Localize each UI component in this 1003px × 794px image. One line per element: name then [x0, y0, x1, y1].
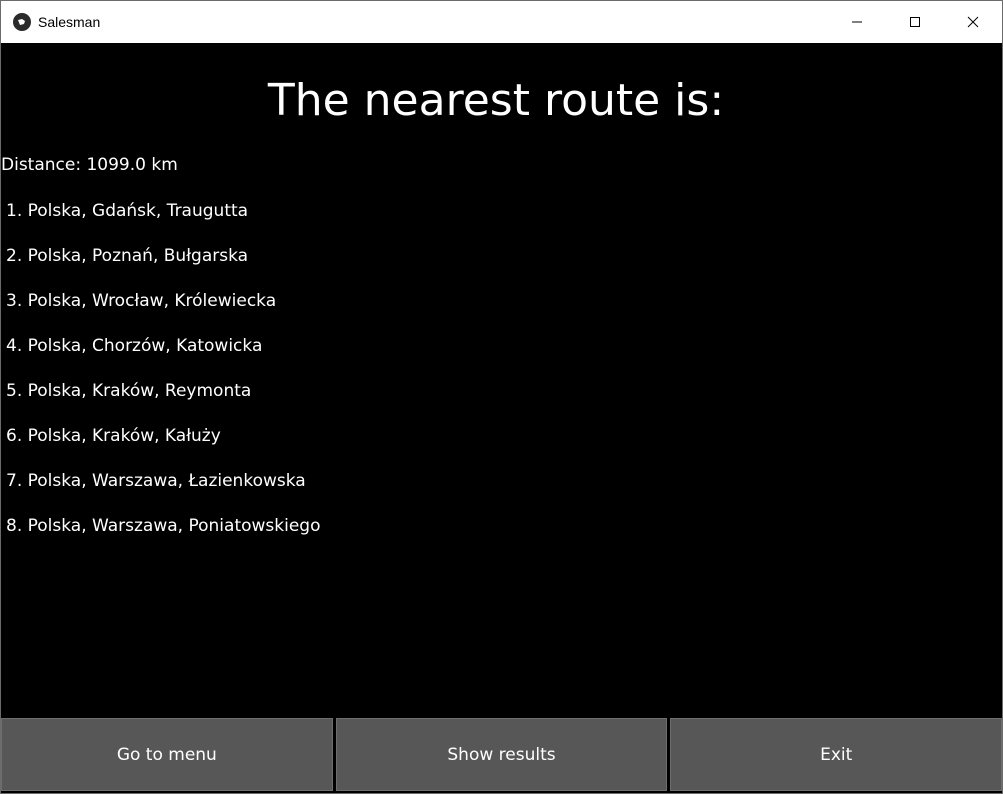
- exit-button[interactable]: Exit: [670, 718, 1002, 791]
- app-window: Salesman The nearest route is: Distance:…: [0, 0, 1003, 794]
- button-bar: Go to menu Show results Exit: [1, 718, 1002, 791]
- window-title: Salesman: [38, 14, 101, 30]
- route-item: 2. Polska, Poznań, Bułgarska: [6, 246, 249, 266]
- close-button[interactable]: [944, 1, 1002, 43]
- route-item: 7. Polska, Warszawa, Łazienkowska: [6, 471, 306, 491]
- show-results-button[interactable]: Show results: [335, 718, 668, 791]
- distance-label: Distance: 1099.0 km: [1, 155, 178, 175]
- minimize-icon: [852, 21, 862, 23]
- route-item: 6. Polska, Kraków, Kałuży: [6, 426, 221, 446]
- route-item: 1. Polska, Gdańsk, Traugutta: [6, 201, 249, 221]
- maximize-icon: [910, 17, 920, 27]
- close-icon: [967, 16, 979, 28]
- maximize-button[interactable]: [886, 1, 944, 43]
- main-content: The nearest route is: Distance: 1099.0 k…: [1, 43, 1002, 793]
- go-to-menu-button[interactable]: Go to menu: [1, 718, 333, 791]
- route-item: 5. Polska, Kraków, Reymonta: [6, 381, 252, 401]
- route-item: 8. Polska, Warszawa, Poniatowskiego: [6, 516, 321, 536]
- window-controls: [828, 1, 1002, 43]
- route-list: 1. Polska, Gdańsk, Traugutta 2. Polska, …: [6, 200, 320, 560]
- route-item: 4. Polska, Chorzów, Katowicka: [6, 336, 263, 356]
- route-item: 3. Polska, Wrocław, Królewiecka: [6, 291, 277, 311]
- page-title: The nearest route is:: [267, 75, 725, 126]
- title-bar[interactable]: Salesman: [1, 1, 1002, 43]
- app-logo-icon: [13, 13, 31, 31]
- minimize-button[interactable]: [828, 1, 886, 43]
